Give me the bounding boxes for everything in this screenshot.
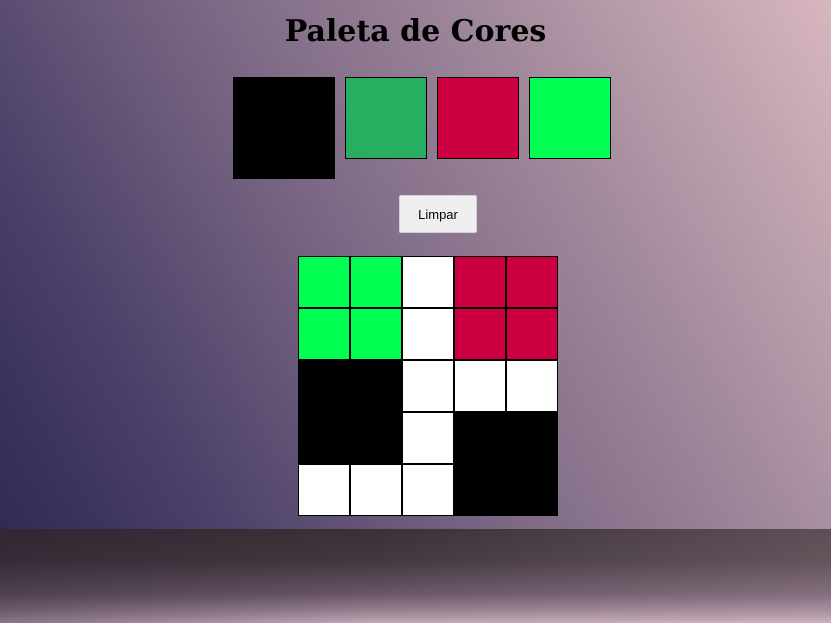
pixel-cell[interactable]	[454, 464, 506, 516]
pixel-cell[interactable]	[350, 256, 402, 308]
pixel-cell[interactable]	[350, 464, 402, 516]
board-row	[298, 412, 558, 464]
pixel-cell[interactable]	[402, 464, 454, 516]
color-palette	[233, 77, 611, 179]
pixel-cell[interactable]	[402, 360, 454, 412]
pixel-cell[interactable]	[454, 308, 506, 360]
palette-color-black[interactable]	[233, 77, 335, 179]
board-row	[298, 308, 558, 360]
pixel-cell[interactable]	[506, 308, 558, 360]
pixel-cell[interactable]	[298, 256, 350, 308]
clear-button[interactable]: Limpar	[399, 195, 477, 233]
pixel-cell[interactable]	[350, 360, 402, 412]
pixel-cell[interactable]	[454, 360, 506, 412]
board-row	[298, 360, 558, 412]
pixel-cell[interactable]	[402, 308, 454, 360]
pixel-cell[interactable]	[298, 308, 350, 360]
palette-color-crimson[interactable]	[437, 77, 519, 159]
pixel-cell[interactable]	[298, 412, 350, 464]
pixel-cell[interactable]	[506, 412, 558, 464]
pixel-cell[interactable]	[454, 412, 506, 464]
pixel-cell[interactable]	[506, 360, 558, 412]
pixel-cell[interactable]	[454, 256, 506, 308]
pixel-cell[interactable]	[506, 256, 558, 308]
palette-color-lime[interactable]	[529, 77, 611, 159]
pixel-cell[interactable]	[298, 360, 350, 412]
pixel-cell[interactable]	[298, 464, 350, 516]
pixel-cell[interactable]	[350, 308, 402, 360]
pixel-cell[interactable]	[506, 464, 558, 516]
floor-background	[0, 529, 831, 623]
page-title: Paleta de Cores	[284, 14, 547, 49]
pixel-board	[298, 256, 558, 516]
pixel-cell[interactable]	[402, 412, 454, 464]
palette-color-green[interactable]	[345, 77, 427, 159]
pixel-cell[interactable]	[402, 256, 454, 308]
board-row	[298, 256, 558, 308]
pixel-cell[interactable]	[350, 412, 402, 464]
board-row	[298, 464, 558, 516]
